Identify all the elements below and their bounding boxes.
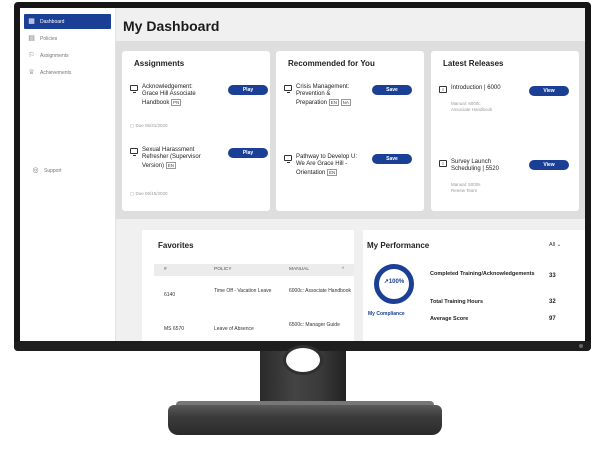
due-date: ▢ Due 06/15/2020 [130, 191, 168, 196]
stand-cable-hole [283, 345, 323, 375]
sidebar-item-label: Achievements [40, 69, 72, 76]
power-led [579, 344, 583, 348]
sidebar-item-assignments[interactable]: ⚐ Assignments [24, 48, 111, 63]
assignment-title[interactable]: Sexual Harassment Refresher (Supervisor … [142, 147, 210, 170]
card-title: Latest Releases [443, 59, 504, 68]
release-manual: Manual: 6000c [451, 101, 481, 106]
sidebar-item-support[interactable]: ◎ Support [28, 163, 116, 178]
monitor-stand-base [168, 405, 442, 435]
performance-panel: My Performance All ⌄ ↗100% My Compliance… [363, 230, 585, 341]
view-button[interactable]: View [529, 160, 569, 170]
stat-label: Total Training Hours [430, 299, 484, 305]
release-handbook: Associate Handbook [451, 107, 493, 112]
play-button[interactable]: Play [228, 85, 268, 95]
assignment-title[interactable]: Acknowledgement: Grace Hill Associate Ha… [142, 84, 210, 107]
sidebar: ▦ Dashboard ▤ Policies ⚐ Assignments ♕ A… [20, 8, 116, 341]
assignments-icon: ⚐ [28, 52, 35, 59]
page-title: My Dashboard [123, 18, 220, 34]
release-item: ≡ Survey Launch Scheduling | 5520 View M… [439, 159, 569, 199]
row-policy: Time Off - Vacation Leave [214, 288, 272, 294]
play-button[interactable]: Play [228, 148, 268, 158]
row-id: MS 6570 [164, 326, 185, 332]
stat-value: 97 [549, 316, 556, 322]
table-row[interactable]: MS 6570 Leave of Absence 6500c: Manager … [154, 322, 354, 341]
card-title: Assignments [134, 59, 185, 68]
row-manual: 6000c: Associate Handbook [289, 288, 351, 294]
release-title[interactable]: Survey Launch Scheduling | 5520 [451, 159, 511, 174]
region-badge: NA [340, 98, 351, 106]
releases-card: Latest Releases ≡ Introduction | 6000 Vi… [431, 51, 579, 211]
document-icon: ≡ [439, 160, 447, 167]
monitor-icon [130, 85, 138, 93]
monitor-scene: ▦ Dashboard ▤ Policies ⚐ Assignments ♕ A… [0, 0, 601, 450]
favorites-panel: Favorites # POLICY MANUAL ^ 6140 Time Of… [142, 230, 354, 341]
sidebar-item-label: Policies [40, 35, 58, 42]
column-header-id[interactable]: # [164, 267, 167, 272]
stat-label: Completed Training/Acknowledgements [430, 271, 535, 277]
assignments-card: Assignments Acknowledgement: Grace Hill … [122, 51, 270, 211]
language-badge: EN [328, 98, 339, 106]
favorites-table-header: # POLICY MANUAL ^ [154, 264, 354, 276]
monitor-icon [284, 85, 292, 93]
row-id: 6140 [164, 292, 176, 298]
card-title: Recommended for You [288, 59, 375, 68]
document-icon: ≡ [439, 86, 447, 93]
language-badge: PN [171, 98, 182, 106]
assignment-item: Sexual Harassment Refresher (Supervisor … [130, 147, 268, 202]
chevron-down-icon: ⌄ [555, 242, 562, 248]
release-handbook: Renew Team [451, 188, 478, 193]
sidebar-item-label: Assignments [40, 52, 69, 59]
recommended-title[interactable]: Pathway to Develop U: We Are Grace Hill … [296, 154, 360, 177]
sidebar-item-label: Dashboard [40, 18, 65, 25]
release-item: ≡ Introduction | 6000 View Manual: 6000c… [439, 85, 569, 125]
recommended-item: Pathway to Develop U: We Are Grace Hill … [284, 154, 412, 194]
recommended-item: Crisis Management: Prevention & Preparat… [284, 84, 412, 134]
recommended-title[interactable]: Crisis Management: Prevention & Preparat… [296, 84, 360, 107]
view-button[interactable]: View [529, 86, 569, 96]
stat-label: Average Score [430, 316, 469, 322]
release-manual: Manual: 5000s [451, 182, 481, 187]
sidebar-item-dashboard[interactable]: ▦ Dashboard [24, 14, 111, 29]
sort-chevron-icon[interactable]: ^ [342, 267, 344, 272]
support-icon: ◎ [32, 167, 39, 174]
monitor-icon [130, 148, 138, 156]
screen: ▦ Dashboard ▤ Policies ⚐ Assignments ♕ A… [20, 8, 585, 341]
performance-title: My Performance [367, 241, 430, 250]
assignment-item: Acknowledgement: Grace Hill Associate Ha… [130, 84, 268, 134]
sidebar-item-policies[interactable]: ▤ Policies [24, 31, 111, 46]
row-policy: Leave of Absence [214, 326, 254, 332]
release-title[interactable]: Introduction | 6000 [451, 85, 511, 92]
column-header-policy[interactable]: POLICY [214, 267, 232, 272]
row-manual: 6500c: Manager Guide [289, 322, 340, 328]
achievements-icon: ♕ [28, 69, 35, 76]
favorites-title: Favorites [158, 241, 194, 250]
recommended-card: Recommended for You Crisis Management: P… [276, 51, 424, 211]
due-date: ▢ Due 05/31/2020 [130, 123, 168, 128]
save-button[interactable]: Save [372, 85, 412, 95]
performance-filter-dropdown[interactable]: All ⌄ [549, 242, 561, 248]
main-content: My Dashboard Assignments Acknowledgement… [116, 8, 585, 341]
compliance-ring: ↗100% [374, 264, 414, 304]
compliance-label: My Compliance [368, 311, 405, 317]
top-panel: Assignments Acknowledgement: Grace Hill … [116, 41, 585, 219]
save-button[interactable]: Save [372, 154, 412, 164]
column-header-manual[interactable]: MANUAL [289, 267, 309, 272]
language-badge: EN [327, 168, 338, 176]
stat-value: 33 [549, 273, 556, 279]
dashboard-icon: ▦ [28, 18, 35, 25]
table-row[interactable]: 6140 Time Off - Vacation Leave 6000c: As… [154, 288, 354, 308]
compliance-value: ↗100% [383, 279, 405, 285]
sidebar-item-label: Support [44, 167, 62, 174]
sidebar-item-achievements[interactable]: ♕ Achievements [24, 65, 111, 80]
stat-value: 32 [549, 299, 556, 305]
policies-icon: ▤ [28, 35, 35, 42]
language-badge: EN [165, 161, 176, 169]
monitor-icon [284, 155, 292, 163]
